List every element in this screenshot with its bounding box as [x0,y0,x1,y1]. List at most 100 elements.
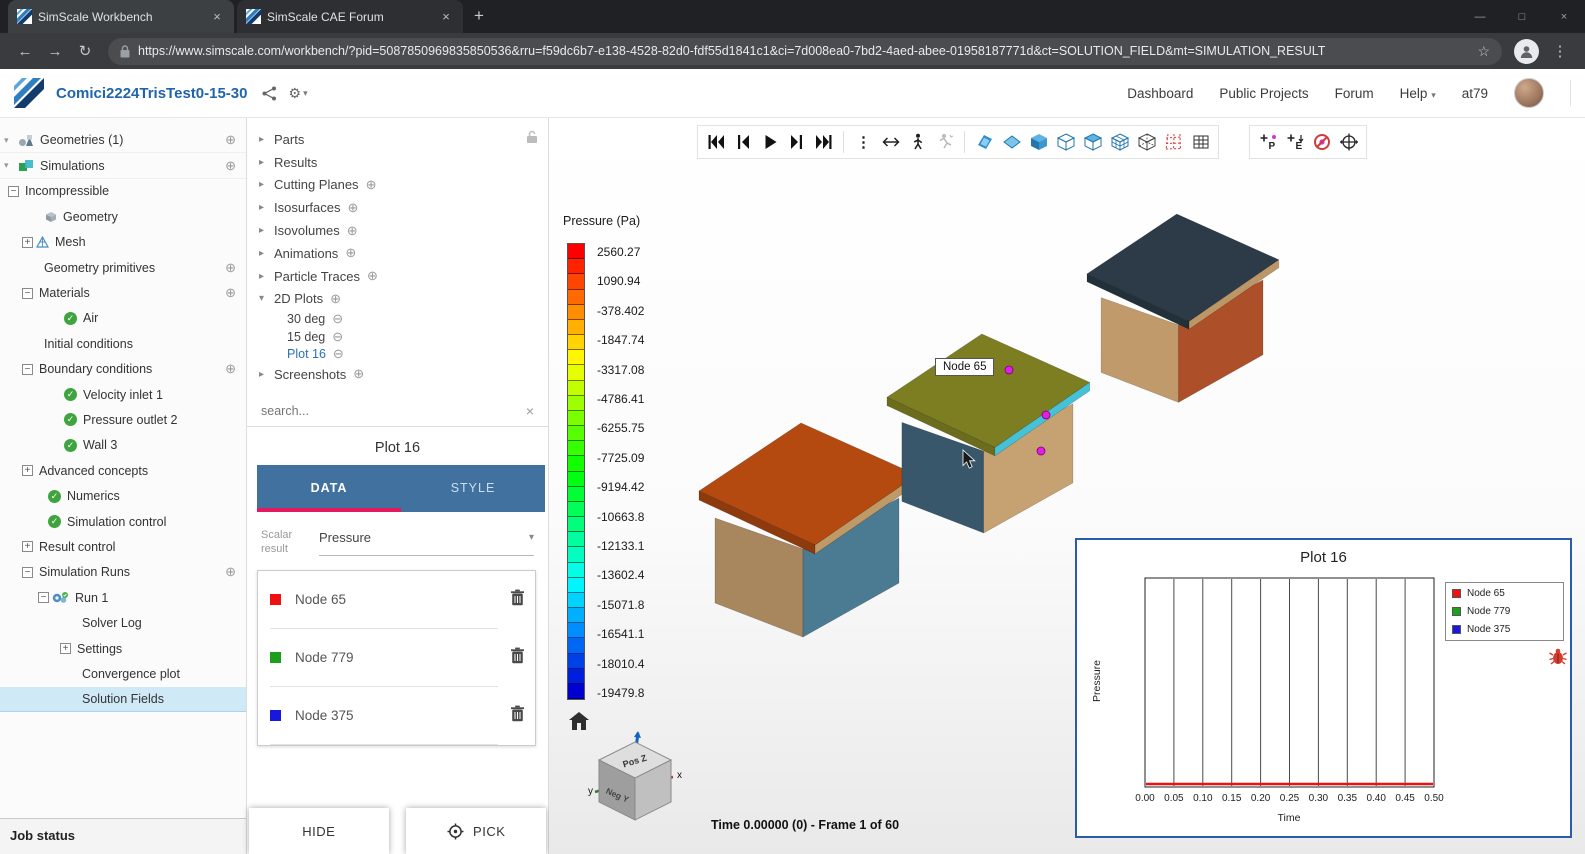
browser-profile-avatar[interactable] [1514,38,1539,64]
sidebar-item-result-control[interactable]: + Result control [0,534,246,559]
skip-to-end-button[interactable] [810,129,837,155]
search-input[interactable] [261,403,526,418]
post-item-30-deg[interactable]: 30 deg ⊖ [247,310,548,328]
minimize-button[interactable]: — [1459,11,1501,23]
collapse-icon[interactable]: − [22,363,33,375]
cube-top-face-icon[interactable] [1079,129,1106,155]
nav-forum[interactable]: Forum [1335,86,1374,101]
post-item-cutting-planes[interactable]: ▸ Cutting Planes ⊕ [247,174,548,197]
expand-icon[interactable]: + [22,541,33,553]
add-icon[interactable]: ⊕ [353,366,364,382]
sidebar-item-wall-3[interactable]: ✓ Wall 3 [0,433,246,458]
skip-to-start-button[interactable] [702,129,729,155]
chevron-down-icon[interactable]: ▾ [4,135,15,146]
chevron-right-icon[interactable]: ▸ [259,369,272,380]
chevron-right-icon[interactable]: ▸ [259,134,272,145]
sidebar-item-numerics[interactable]: ✓ Numerics [0,483,246,508]
nav-dashboard[interactable]: Dashboard [1127,86,1193,101]
post-item-isosurfaces[interactable]: ▸ Isosurfaces ⊕ [247,196,548,219]
reload-button[interactable]: ↻ [70,42,100,60]
pick-button[interactable]: PICK [406,808,546,854]
chevron-right-icon[interactable]: ▸ [259,225,272,236]
expand-icon[interactable]: + [60,643,71,654]
grid-table-icon[interactable] [1187,129,1214,155]
list-item-node-65[interactable]: Node 65 [258,571,535,630]
sidebar-item-initial-conditions[interactable]: Initial conditions [0,331,246,356]
post-item-isovolumes[interactable]: ▸ Isovolumes ⊕ [247,219,548,242]
chevron-down-icon[interactable]: ▾ [4,160,15,171]
project-settings-button[interactable]: ⚙ ▾ [289,85,308,102]
username[interactable]: at79 [1462,86,1488,101]
project-title[interactable]: Comici2224TrisTest0-15-30 [56,85,248,102]
post-item-particle-traces[interactable]: ▸ Particle Traces ⊕ [247,265,548,288]
walk-mode-icon[interactable] [904,129,931,155]
node-marker[interactable] [1004,365,1014,375]
sidebar-item-incompressible[interactable]: − Incompressible [0,179,246,204]
back-button[interactable]: ← [10,43,40,60]
close-icon[interactable]: × [209,9,225,24]
expand-horizontal-icon[interactable] [877,129,904,155]
search-bar[interactable]: × [247,398,548,427]
add-icon[interactable]: ⊕ [225,564,236,580]
add-icon[interactable]: ⊕ [366,177,377,193]
pick-element-icon[interactable]: E [1281,129,1308,155]
collapse-icon[interactable]: − [38,592,49,604]
delete-node-button[interactable] [510,589,525,611]
clip-grid-icon[interactable] [1160,129,1187,155]
user-avatar[interactable] [1514,78,1544,108]
sidebar-item-solver-log[interactable]: Solver Log [0,610,246,635]
list-item-node-375[interactable]: Node 375 [258,687,535,746]
sidebar-item-air[interactable]: ✓ Air [0,306,246,331]
url-input[interactable] [138,44,1470,58]
expand-icon[interactable]: + [22,236,33,248]
sidebar-item-pressure-outlet-2[interactable]: ✓ Pressure outlet 2 [0,407,246,432]
add-icon[interactable]: ⊕ [225,260,236,276]
more-options-icon[interactable]: ⋮ [850,129,877,155]
add-icon[interactable]: ⊕ [347,223,358,239]
forward-button[interactable]: → [40,43,70,60]
plane-view-icon[interactable] [998,129,1025,155]
add-icon[interactable]: ⊕ [330,291,341,307]
bookmark-star-icon[interactable]: ☆ [1477,43,1490,60]
tab-data[interactable]: DATA [257,465,401,512]
sidebar-item-run-1[interactable]: − Run 1 [0,585,246,610]
delete-node-button[interactable] [510,705,525,727]
lock-icon[interactable] [526,130,538,149]
tab-style[interactable]: STYLE [401,465,545,512]
post-item-parts[interactable]: ▸ Parts [247,128,548,151]
node-marker[interactable] [1041,410,1051,420]
nav-public-projects[interactable]: Public Projects [1219,86,1308,101]
chevron-right-icon[interactable]: ▸ [259,157,272,168]
fly-mode-icon[interactable] [931,129,958,155]
post-item-15-deg[interactable]: 15 deg ⊖ [247,328,548,346]
remove-icon[interactable]: ⊖ [332,311,343,327]
collapse-icon[interactable]: − [8,185,19,197]
add-icon[interactable]: ⊕ [225,361,236,377]
node-marker[interactable] [1036,446,1046,456]
remove-icon[interactable]: ⊖ [332,329,343,345]
collapse-icon[interactable]: − [22,287,33,299]
sidebar-item-geometries[interactable]: ▾ Geometries (1) ⊕ [0,128,246,154]
delete-node-button[interactable] [510,647,525,669]
sidebar-item-simulations[interactable]: ▾ Simulations ⊕ [0,153,246,179]
post-item-results[interactable]: ▸ Results [247,151,548,174]
play-button[interactable] [756,129,783,155]
browser-menu-icon[interactable]: ⋮ [1545,42,1575,60]
plot16-overlay[interactable]: 0.00 0.05 0.10 0.15 0.20 0.25 0.30 0.35 0.40 0.45… [1075,538,1572,838]
hide-button[interactable]: HIDE [249,808,389,854]
maximize-button[interactable]: □ [1501,11,1543,23]
list-item-node-779[interactable]: Node 779 [258,629,535,688]
home-view-button[interactable] [569,712,589,735]
sidebar-item-convergence-plot[interactable]: Convergence plot [0,661,246,686]
chevron-down-icon[interactable]: ▾ [259,293,272,304]
cube-grid-icon[interactable] [1106,129,1133,155]
scalar-result-select[interactable]: Pressure ▾ [319,528,534,557]
post-item-plot-16[interactable]: Plot 16 ⊖ [247,345,548,363]
post-item-screenshots[interactable]: ▸ Screenshots ⊕ [247,363,548,386]
browser-tab-workbench[interactable]: SimScale Workbench × [8,0,234,33]
perspective-view-icon[interactable] [971,129,998,155]
pick-point-icon[interactable]: P [1254,129,1281,155]
add-icon[interactable]: ⊕ [225,132,236,148]
browser-tab-forum[interactable]: SimScale CAE Forum × [237,0,463,33]
sidebar-item-settings[interactable]: + Settings [0,636,246,661]
